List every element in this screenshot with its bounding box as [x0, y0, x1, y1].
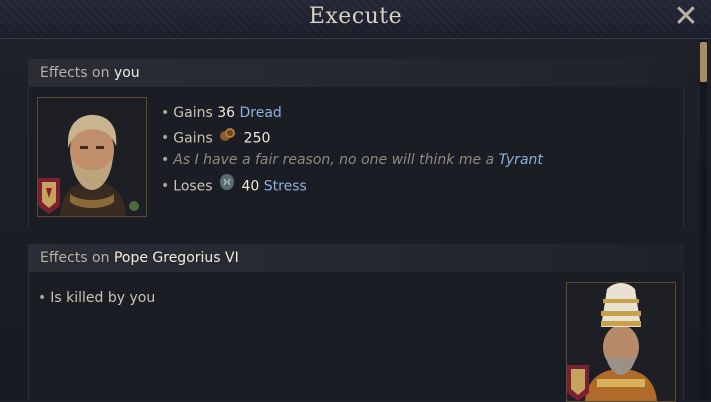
effects-list-you: • Gains 36 Dread • Gains 250 • As I have a … [161, 102, 543, 196]
section-prefix: Effects on [40, 65, 110, 81]
effects-list-pope: • Is killed by you [38, 287, 155, 311]
section-prefix: Effects on [40, 250, 110, 266]
effect-gold: • Gains 250 [161, 126, 543, 150]
stress-icon [219, 173, 235, 200]
pope-portrait-art [567, 283, 675, 401]
effect-stress: • Loses 40 Stress [161, 173, 543, 197]
player-portrait-art [38, 98, 146, 216]
close-icon: ✕ [673, 0, 699, 34]
execute-window: Execute ✕ Effects on you • Gains 36 Drea… [0, 0, 711, 402]
section-target: you [113, 65, 140, 81]
scrollbar-thumb[interactable] [700, 42, 707, 82]
section-target: Pope Gregorius VI [113, 250, 239, 266]
section-header-you: Effects on you [28, 59, 684, 87]
window-title: Execute [308, 4, 403, 29]
dread-link[interactable]: Dread [239, 105, 281, 121]
tyrant-link[interactable]: Tyrant [499, 152, 543, 168]
close-button[interactable]: ✕ [671, 0, 701, 34]
effect-tyrant-note: • As I have a fair reason, no one will th… [161, 152, 543, 168]
stress-link[interactable]: Stress [264, 178, 307, 194]
scrollbar[interactable] [700, 40, 707, 400]
effect-dread: • Gains 36 Dread [161, 105, 282, 121]
pope-portrait[interactable] [566, 282, 676, 402]
title-bar: Execute ✕ [0, 0, 711, 39]
effect-killed: • Is killed by you [38, 290, 156, 306]
section-header-pope: Effects on Pope Gregorius VI [28, 244, 684, 272]
player-portrait[interactable] [37, 97, 147, 217]
gold-coin-icon [219, 126, 237, 151]
